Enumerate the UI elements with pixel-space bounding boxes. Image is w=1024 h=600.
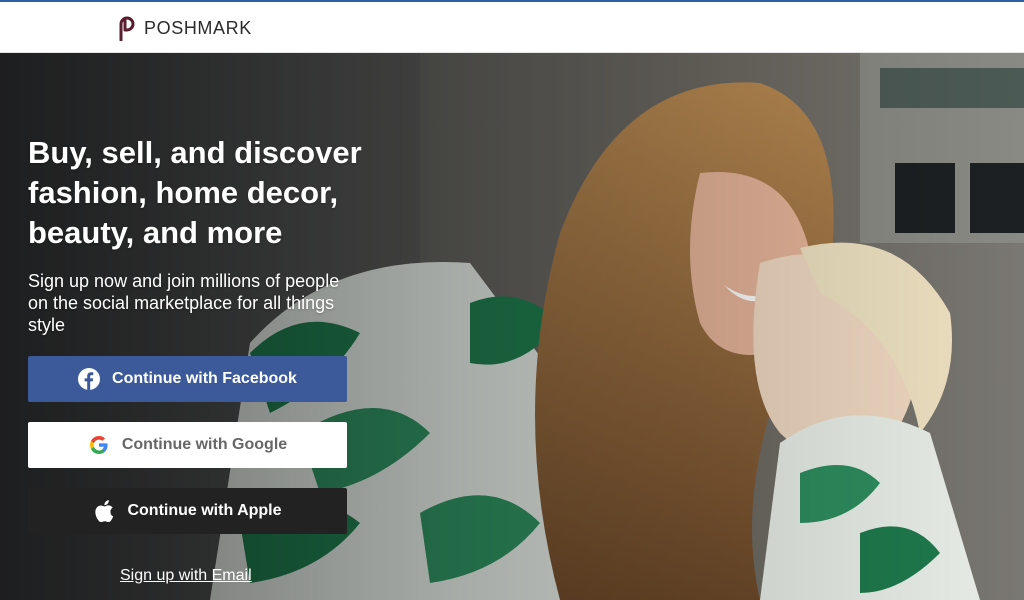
facebook-icon [78,368,101,390]
sign-up-with-email-link[interactable]: Sign up with Email [120,567,252,585]
hero-section: Buy, sell, and discover fashion, home de… [0,53,1024,600]
hero-subtext: Sign up now and join millions of people … [28,271,340,335]
facebook-button-label: Continue with Facebook [112,370,297,387]
poshmark-logo-icon [119,16,135,41]
continue-with-google-button[interactable]: Continue with Google [28,422,347,468]
brand-name: POSHMARK [144,17,252,38]
continue-with-apple-button[interactable]: Continue with Apple [28,488,347,534]
poshmark-logo[interactable]: POSHMARK [115,15,252,41]
google-button-label: Continue with Google [121,436,288,453]
site-header: POSHMARK [0,2,1024,53]
continue-with-facebook-button[interactable]: Continue with Facebook [28,356,347,402]
apple-icon [93,500,115,522]
google-icon [88,434,110,456]
hero-headline: Buy, sell, and discover fashion, home de… [28,135,362,250]
apple-button-label: Continue with Apple [127,502,282,519]
